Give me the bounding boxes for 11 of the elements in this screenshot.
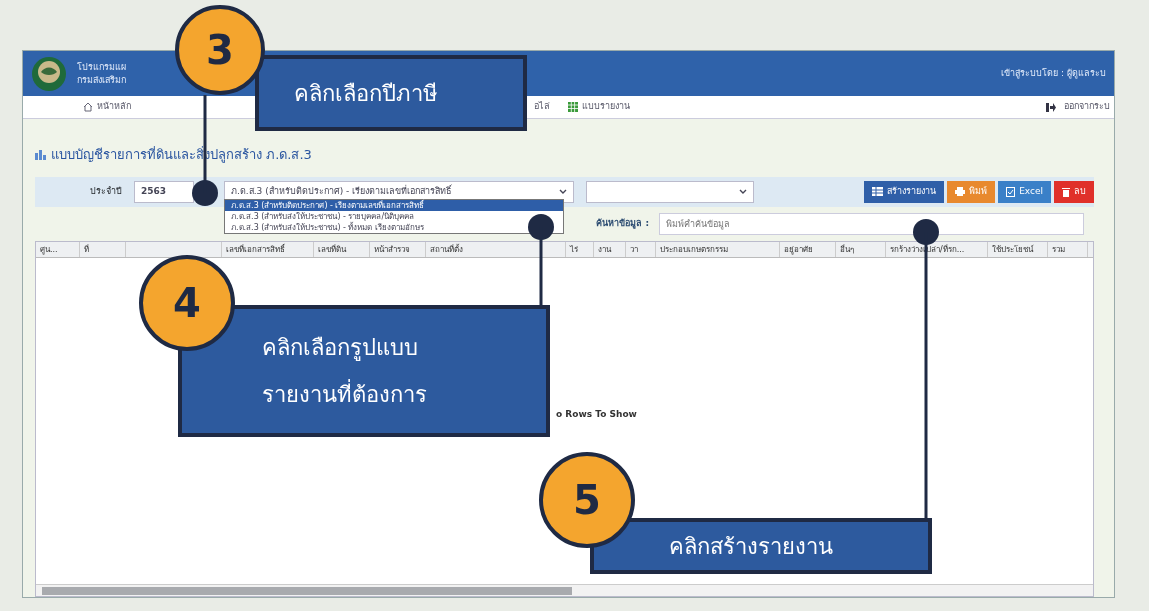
search-label: ค้นหาข้อมูล :: [596, 216, 649, 231]
callout-text: คลิกเลือกปีภาษี: [294, 79, 439, 108]
empty-message: o Rows To Show: [556, 407, 637, 421]
header-title: โปรแกรมแผ: [77, 60, 126, 74]
callout-text: คลิกเลือกรูปแบบ: [262, 334, 419, 363]
year-label: ประจำปี: [90, 184, 122, 198]
callout-text: คลิกสร้างรายงาน: [669, 532, 834, 561]
header-title: กรมส่งเสริมก: [77, 73, 126, 87]
callout-text: รายงานที่ต้องการ: [262, 378, 546, 411]
logged-in-user: เข้าสู่ระบบโดย : ผู้ดูแลระบ: [1001, 66, 1106, 81]
step-number: 3: [175, 5, 265, 95]
